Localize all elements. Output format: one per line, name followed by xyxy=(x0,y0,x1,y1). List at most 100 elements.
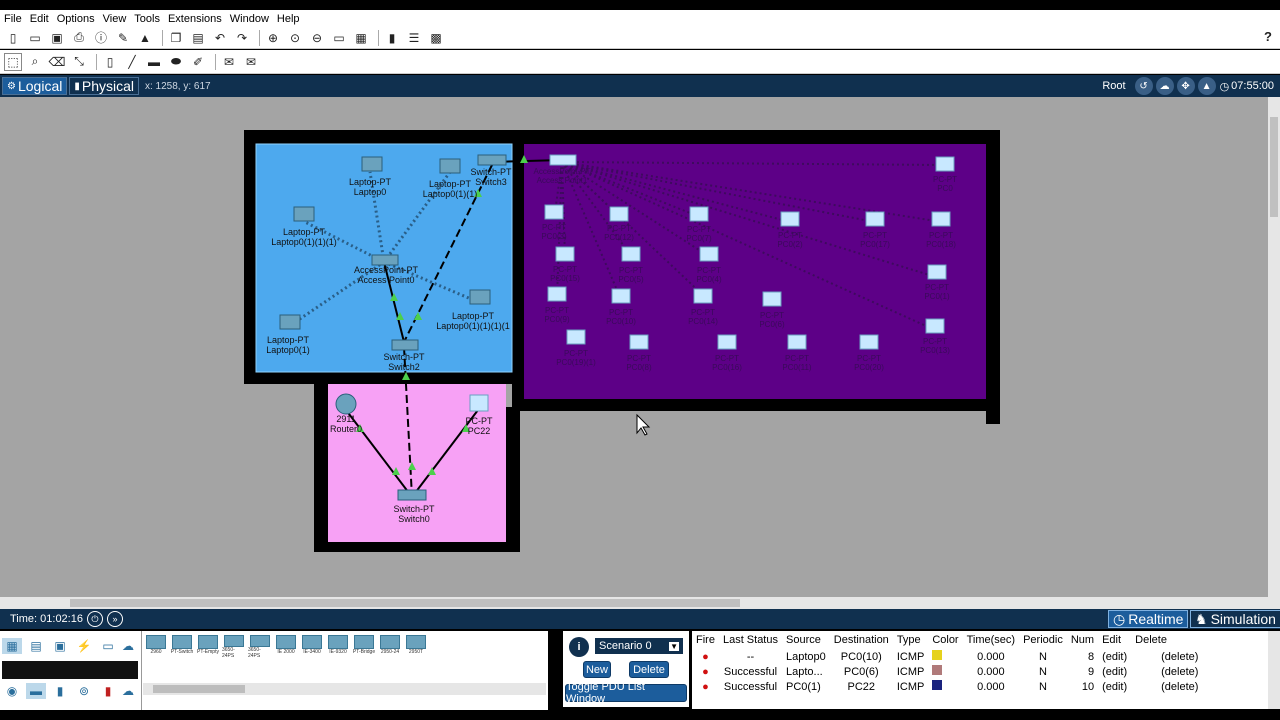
wizard-icon[interactable]: ✎ xyxy=(114,29,132,47)
select-icon[interactable]: ⬚ xyxy=(4,52,22,71)
zoom-out-icon[interactable]: ⊖ xyxy=(308,29,326,47)
network-devices-icon[interactable]: ▦ xyxy=(2,638,22,654)
paste-icon[interactable]: ▤ xyxy=(189,29,207,47)
menu-edit[interactable]: Edit xyxy=(30,13,49,25)
node-pc0-2[interactable]: PC-PT PC0(2) xyxy=(770,231,810,249)
node-pc0-19-1[interactable]: PC-PT PC0(19)(1) xyxy=(550,349,602,367)
help-icon[interactable]: ? xyxy=(1264,29,1272,44)
horizontal-scroll-thumb[interactable] xyxy=(70,599,740,607)
open-folder-icon[interactable]: ▭ xyxy=(26,29,44,47)
node-switch2[interactable]: Switch-PT Switch2 xyxy=(380,352,428,372)
node-laptop0[interactable]: Laptop-PT Laptop0 xyxy=(340,177,400,197)
device-3650-a[interactable]: 3650-24PS xyxy=(222,635,246,659)
node-laptop0-1[interactable]: Laptop-PT Laptop0(1) xyxy=(258,335,318,355)
simulation-button[interactable]: ♞ Simulation xyxy=(1190,610,1280,628)
node-pc0-10[interactable]: PC-PT PC0(10) xyxy=(601,308,641,326)
delete-icon[interactable]: ⌫ xyxy=(48,53,66,71)
fire-icon[interactable]: ● xyxy=(692,679,719,694)
custom-device-icon[interactable]: ▦ xyxy=(352,29,370,47)
misc-icon[interactable]: ▭ xyxy=(98,638,118,654)
environment-icon[interactable]: ▲ xyxy=(1197,77,1216,95)
wireless-icon[interactable]: ⊚ xyxy=(74,683,94,699)
cloud-icon[interactable]: ☁ xyxy=(1155,77,1174,95)
node-pc0-11[interactable]: PC-PT PC0(11) xyxy=(777,354,817,372)
root-label[interactable]: Root xyxy=(1102,80,1125,92)
node-pc22[interactable]: PC-PT PC22 xyxy=(458,416,500,436)
delete-scenario-button[interactable]: Delete xyxy=(629,661,669,678)
components-icon[interactable]: ▣ xyxy=(50,638,70,654)
fire-icon[interactable]: ● xyxy=(692,664,719,679)
fast-forward-icon[interactable]: » xyxy=(106,611,123,627)
device-scrollbar[interactable] xyxy=(143,683,546,695)
node-pc0-7[interactable]: PC-PT PC0(7) xyxy=(679,225,719,243)
device-pt-bridge[interactable]: PT-Bridge xyxy=(352,635,376,659)
node-router0[interactable]: 2911 Router0 xyxy=(326,414,366,434)
node-pc0-12[interactable]: PC-PT PC0(12) xyxy=(599,224,639,242)
connections-icon[interactable]: ⚡ xyxy=(74,638,94,654)
pdu-delete-link[interactable]: (delete) xyxy=(1131,679,1202,694)
wan-emulation-icon[interactable]: ☁ xyxy=(118,683,138,699)
vertical-scroll-thumb[interactable] xyxy=(1270,117,1278,217)
power-cycle-icon[interactable]: ⏻ xyxy=(86,611,103,627)
fire-icon[interactable]: ● xyxy=(692,649,719,664)
node-pc0-14[interactable]: PC-PT PC0(14) xyxy=(683,308,723,326)
node-pc0-1[interactable]: PC-PT PC0(1) xyxy=(917,283,957,301)
node-pc0-17[interactable]: PC-PT PC0(17) xyxy=(855,231,895,249)
node-access-point0[interactable]: AccessPoint-PT Access Point0 xyxy=(348,265,424,285)
menu-tools[interactable]: Tools xyxy=(134,13,160,25)
node-switch0[interactable]: Switch-PT Switch0 xyxy=(388,504,440,524)
scenario-select[interactable]: Scenario 0 ▼ xyxy=(595,638,683,654)
drawing-palette-icon[interactable]: ▭ xyxy=(330,29,348,47)
info-icon[interactable]: i xyxy=(569,637,589,657)
tab-physical[interactable]: ▮ Physical xyxy=(69,77,139,95)
zoom-in-icon[interactable]: ⊕ xyxy=(264,29,282,47)
tab-logical[interactable]: ⚙ Logical xyxy=(2,77,68,95)
node-pc0-20[interactable]: PC-PT PC0(20) xyxy=(849,354,889,372)
device-2950-24[interactable]: 2950-24 xyxy=(378,635,402,659)
node-switch3[interactable]: Switch-PT Switch3 xyxy=(468,167,514,187)
device-pt-switch[interactable]: PT-Switch xyxy=(170,635,194,659)
viewport-icon[interactable]: ✥ xyxy=(1176,77,1195,95)
image-icon[interactable]: ▩ xyxy=(427,29,445,47)
new-scenario-button[interactable]: New xyxy=(583,661,611,678)
print-icon[interactable]: ⎙ xyxy=(70,29,88,47)
back-icon[interactable]: ↺ xyxy=(1134,77,1153,95)
line-icon[interactable]: ╱ xyxy=(123,53,141,71)
menu-options[interactable]: Options xyxy=(57,13,95,25)
save-icon[interactable]: ▣ xyxy=(48,29,66,47)
device-scroll-thumb[interactable] xyxy=(153,685,245,693)
node-pc0-3[interactable]: PC-PT PC0(3) xyxy=(534,223,574,241)
realtime-button[interactable]: ◷ Realtime xyxy=(1108,610,1189,628)
vertical-scrollbar[interactable] xyxy=(1268,97,1280,597)
toggle-pdu-list-button[interactable]: Toggle PDU List Window xyxy=(565,681,687,705)
hubs-icon[interactable]: ▮ xyxy=(50,683,70,699)
pdu-delete-link[interactable]: (delete) xyxy=(1131,664,1202,679)
info-icon[interactable]: ⓘ xyxy=(92,29,110,47)
device-2960[interactable]: 2960 xyxy=(144,635,168,659)
pdu-edit-link[interactable]: (edit) xyxy=(1098,649,1131,664)
pdu-scrollbar[interactable] xyxy=(1268,631,1280,709)
pdu-edit-link[interactable]: (edit) xyxy=(1098,679,1131,694)
device-ie2000[interactable]: IE 2000 xyxy=(274,635,298,659)
logical-workspace[interactable]: Laptop-PT Laptop0 Laptop-PT Laptop0(1)(1) … xyxy=(0,97,1270,597)
note-icon[interactable]: ▯ xyxy=(101,53,119,71)
inspect-icon[interactable]: ⌕ xyxy=(26,53,44,71)
zoom-reset-icon[interactable]: ⊙ xyxy=(286,29,304,47)
ellipse-icon[interactable]: ⬬ xyxy=(167,53,185,71)
routers-icon[interactable]: ◉ xyxy=(2,683,22,699)
device-pt-empty[interactable]: PT-Empty xyxy=(196,635,220,659)
rectangle-icon[interactable]: ▬ xyxy=(145,53,163,71)
pdu-edit-link[interactable]: (edit) xyxy=(1098,664,1131,679)
device-ie9320[interactable]: IE-9320 xyxy=(326,635,350,659)
menu-help[interactable]: Help xyxy=(277,13,300,25)
node-pc0-16[interactable]: PC-PT PC0(16) xyxy=(707,354,747,372)
activity-icon[interactable]: ▲ xyxy=(136,29,154,47)
node-pc0-4[interactable]: PC-PT PC0(4) xyxy=(689,266,729,284)
node-pc0-6[interactable]: PC-PT PC0(6) xyxy=(752,311,792,329)
node-pc0[interactable]: PC-PT PC0 xyxy=(925,175,965,193)
node-pc0-8[interactable]: PC-PT PC0(8) xyxy=(619,354,659,372)
simple-pdu-icon[interactable]: ✉ xyxy=(220,53,238,71)
menu-view[interactable]: View xyxy=(103,13,127,25)
pdu-delete-link[interactable]: (delete) xyxy=(1131,649,1202,664)
complex-pdu-icon[interactable]: ✉ xyxy=(242,53,260,71)
